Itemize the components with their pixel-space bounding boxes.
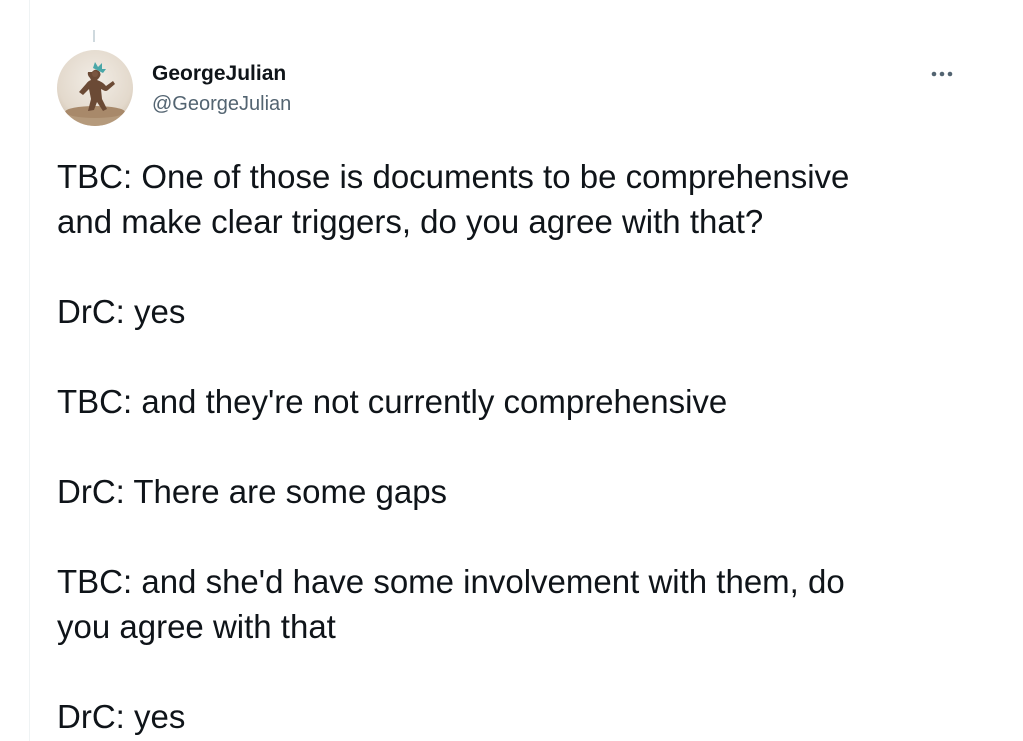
user-handle[interactable]: @GeorgeJulian bbox=[152, 91, 291, 117]
more-options-button[interactable] bbox=[924, 62, 960, 86]
tweet-page: GeorgeJulian @GeorgeJulian TBC: One of t… bbox=[0, 0, 1023, 741]
tweet-header: GeorgeJulian @GeorgeJulian bbox=[57, 50, 963, 130]
tweet-paragraph: TBC: One of those is documents to be com… bbox=[57, 158, 850, 240]
tweet-paragraph: DrC: yes bbox=[57, 698, 186, 735]
thread-connector-line bbox=[93, 30, 95, 42]
avatar-image bbox=[57, 50, 133, 126]
tweet-paragraph: TBC: and she'd have some involvement wit… bbox=[57, 563, 845, 645]
user-names: GeorgeJulian @GeorgeJulian bbox=[152, 61, 291, 117]
tweet-paragraph: DrC: There are some gaps bbox=[57, 473, 448, 510]
tweet-paragraph: DrC: yes bbox=[57, 293, 186, 330]
avatar[interactable] bbox=[57, 50, 133, 126]
display-name[interactable]: GeorgeJulian bbox=[152, 61, 291, 87]
more-horizontal-icon bbox=[931, 71, 953, 77]
timeline-border bbox=[29, 0, 30, 741]
tweet-paragraph: TBC: and they're not currently comprehen… bbox=[57, 383, 728, 420]
tweet-text: TBC: One of those is documents to be com… bbox=[57, 154, 977, 739]
